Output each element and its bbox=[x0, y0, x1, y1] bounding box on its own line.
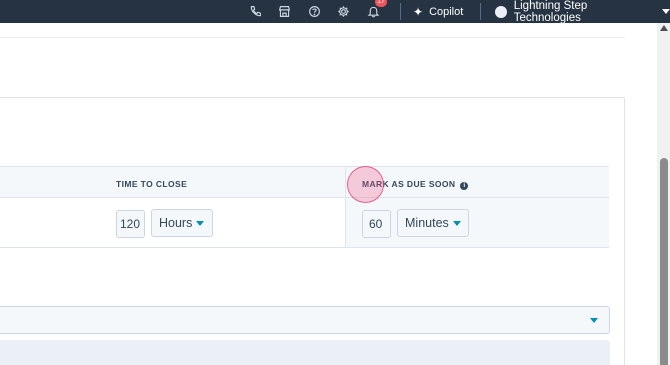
caret-down-icon bbox=[196, 220, 205, 226]
phone-icon[interactable] bbox=[246, 2, 264, 20]
info-icon[interactable]: i bbox=[460, 182, 469, 190]
account-avatar bbox=[495, 5, 507, 18]
top-navigation-bar: 17 ✦ Copilot Lightning Step Technologies bbox=[0, 0, 670, 24]
due-soon-value-input[interactable]: 60 bbox=[362, 210, 391, 238]
time-to-close-value-input[interactable]: 120 bbox=[116, 210, 145, 238]
time-to-close-unit-label: Hours bbox=[159, 216, 193, 230]
sparkle-icon: ✦ bbox=[413, 4, 424, 19]
settings-icon[interactable] bbox=[334, 2, 352, 20]
account-menu[interactable]: Lightning Step Technologies bbox=[495, 0, 670, 24]
scrollbar-thumb[interactable] bbox=[660, 158, 668, 365]
scroll-up-arrow-icon[interactable] bbox=[660, 25, 668, 31]
lower-field bbox=[0, 340, 610, 365]
topbar-divider bbox=[400, 3, 401, 20]
time-to-close-unit-select[interactable]: Hours bbox=[151, 209, 213, 237]
chevron-down-icon bbox=[662, 9, 670, 14]
due-soon-unit-label: Minutes bbox=[405, 216, 449, 230]
help-icon[interactable] bbox=[305, 2, 323, 20]
click-indicator bbox=[347, 166, 384, 203]
notification-count-badge: 17 bbox=[375, 0, 387, 7]
time-to-close-header: TIME TO CLOSE bbox=[116, 179, 188, 189]
dropdown-select[interactable] bbox=[0, 306, 610, 334]
account-name: Lightning Step Technologies bbox=[513, 0, 588, 24]
sla-table-header bbox=[0, 166, 609, 198]
due-soon-unit-select[interactable]: Minutes bbox=[397, 209, 469, 237]
header-divider bbox=[0, 37, 625, 38]
marketplace-icon[interactable] bbox=[275, 2, 293, 20]
caret-down-icon bbox=[590, 318, 598, 323]
topbar-divider bbox=[480, 3, 481, 20]
copilot-button[interactable]: ✦ Copilot bbox=[413, 0, 463, 23]
copilot-label: Copilot bbox=[429, 5, 464, 18]
column-divider bbox=[345, 166, 346, 248]
caret-down-icon bbox=[452, 220, 461, 226]
